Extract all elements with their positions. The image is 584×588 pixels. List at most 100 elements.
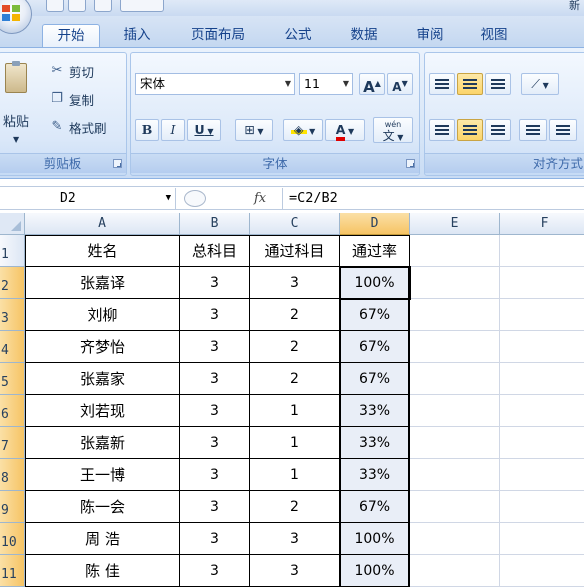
format-painter-button[interactable]: ✎ 格式刷 — [49, 117, 107, 137]
rate-cell[interactable]: 33% — [340, 427, 410, 459]
name-cell[interactable]: 张嘉新 — [25, 427, 180, 459]
column-header-d[interactable]: D — [340, 213, 410, 235]
cell[interactable] — [500, 395, 584, 427]
insert-function-button[interactable]: fx — [254, 189, 266, 208]
underline-button[interactable]: U ▼ — [187, 119, 221, 141]
row-header-5[interactable]: 5 — [0, 363, 25, 395]
font-size-dropdown-icon[interactable]: ▼ — [340, 74, 352, 94]
column-header-a[interactable]: A — [25, 213, 180, 235]
fill-color-button[interactable]: ◈ ▼ — [283, 119, 323, 141]
cell[interactable] — [500, 523, 584, 555]
align-bottom-button[interactable] — [485, 73, 511, 95]
passed-cell[interactable]: 2 — [250, 331, 340, 363]
font-color-button[interactable]: A ▼ — [325, 119, 365, 141]
header-cell[interactable]: 姓名 — [25, 235, 180, 267]
passed-cell[interactable]: 2 — [250, 491, 340, 523]
cell[interactable] — [500, 235, 584, 267]
total-cell[interactable]: 3 — [180, 267, 250, 299]
name-cell[interactable]: 张嘉译 — [25, 267, 180, 299]
increase-indent-button[interactable] — [549, 119, 577, 141]
undo-icon[interactable] — [68, 0, 86, 12]
cell[interactable] — [500, 299, 584, 331]
passed-cell[interactable]: 3 — [250, 523, 340, 555]
tab-home[interactable]: 开始 — [42, 24, 100, 48]
font-name-dropdown-icon[interactable]: ▼ — [282, 74, 294, 94]
shrink-font-button[interactable]: A▼ — [387, 73, 413, 95]
header-cell[interactable]: 通过科目 — [250, 235, 340, 267]
bold-button[interactable]: B — [135, 119, 159, 141]
row-header-8[interactable]: 8 — [0, 459, 25, 491]
tab-data[interactable]: 数据 — [340, 24, 388, 48]
row-header-4[interactable]: 4 — [0, 331, 25, 363]
cell[interactable] — [500, 555, 584, 587]
row-header-7[interactable]: 7 — [0, 427, 25, 459]
column-header-b[interactable]: B — [180, 213, 250, 235]
paste-button[interactable]: 粘贴 ▼ — [0, 53, 37, 153]
column-header-f[interactable]: F — [500, 213, 584, 235]
total-cell[interactable]: 3 — [180, 299, 250, 331]
rate-cell[interactable]: 67% — [340, 491, 410, 523]
name-cell[interactable]: 张嘉家 — [25, 363, 180, 395]
name-cell[interactable]: 刘柳 — [25, 299, 180, 331]
name-cell[interactable]: 刘若现 — [25, 395, 180, 427]
tab-view[interactable]: 视图 — [470, 24, 518, 48]
rate-cell[interactable]: 33% — [340, 395, 410, 427]
align-center-button[interactable] — [457, 119, 483, 141]
cell[interactable] — [500, 491, 584, 523]
font-name-combo[interactable]: 宋体 ▼ — [135, 73, 295, 95]
font-size-combo[interactable]: 11 ▼ — [299, 73, 353, 95]
decrease-indent-button[interactable] — [519, 119, 547, 141]
rate-cell[interactable]: 67% — [340, 331, 410, 363]
clipboard-dialog-launcher-icon[interactable] — [113, 159, 122, 168]
grow-font-button[interactable]: A▲ — [359, 73, 385, 96]
column-header-e[interactable]: E — [410, 213, 500, 235]
save-icon[interactable] — [46, 0, 64, 12]
cell[interactable] — [500, 427, 584, 459]
rate-cell[interactable]: 67% — [340, 299, 410, 331]
cell[interactable] — [410, 363, 500, 395]
rate-cell[interactable]: 100% — [340, 523, 410, 555]
total-cell[interactable]: 3 — [180, 395, 250, 427]
italic-button[interactable]: I — [161, 119, 185, 141]
cell[interactable] — [410, 299, 500, 331]
row-header-11[interactable]: 11 — [0, 555, 25, 587]
header-cell[interactable]: 通过率 — [340, 235, 410, 267]
row-header-2[interactable]: 2 — [0, 267, 25, 299]
cell[interactable] — [410, 555, 500, 587]
select-all-button[interactable] — [0, 213, 25, 235]
total-cell[interactable]: 3 — [180, 523, 250, 555]
customize-toolbar-button[interactable] — [120, 0, 164, 12]
redo-icon[interactable] — [94, 0, 112, 12]
passed-cell[interactable]: 1 — [250, 427, 340, 459]
cell[interactable] — [500, 363, 584, 395]
copy-button[interactable]: ❐ 复制 — [49, 89, 94, 109]
tab-review[interactable]: 审阅 — [406, 24, 454, 48]
total-cell[interactable]: 3 — [180, 491, 250, 523]
formula-input[interactable]: =C2/B2 — [282, 188, 338, 209]
phonetic-guide-button[interactable]: wén 文 ▼ — [373, 117, 413, 143]
passed-cell[interactable]: 3 — [250, 555, 340, 587]
row-header-3[interactable]: 3 — [0, 299, 25, 331]
align-middle-button[interactable] — [457, 73, 483, 95]
row-header-6[interactable]: 6 — [0, 395, 25, 427]
align-right-button[interactable] — [485, 119, 511, 141]
cell[interactable] — [410, 331, 500, 363]
cell[interactable] — [410, 235, 500, 267]
rate-cell[interactable]: 100% — [340, 267, 410, 299]
orientation-button[interactable]: ⟋ ▼ — [521, 73, 559, 95]
passed-cell[interactable]: 1 — [250, 395, 340, 427]
cell[interactable] — [500, 267, 584, 299]
name-box-dropdown-icon[interactable]: ▼ — [166, 188, 171, 209]
rate-cell[interactable]: 67% — [340, 363, 410, 395]
total-cell[interactable]: 3 — [180, 459, 250, 491]
name-cell[interactable]: 周 浩 — [25, 523, 180, 555]
borders-button[interactable]: ⊞ ▼ — [235, 119, 273, 141]
rate-cell[interactable]: 33% — [340, 459, 410, 491]
total-cell[interactable]: 3 — [180, 555, 250, 587]
cell[interactable] — [410, 491, 500, 523]
total-cell[interactable]: 3 — [180, 427, 250, 459]
tab-insert[interactable]: 插入 — [112, 24, 162, 48]
cell[interactable] — [500, 331, 584, 363]
column-header-c[interactable]: C — [250, 213, 340, 235]
cell[interactable] — [410, 395, 500, 427]
